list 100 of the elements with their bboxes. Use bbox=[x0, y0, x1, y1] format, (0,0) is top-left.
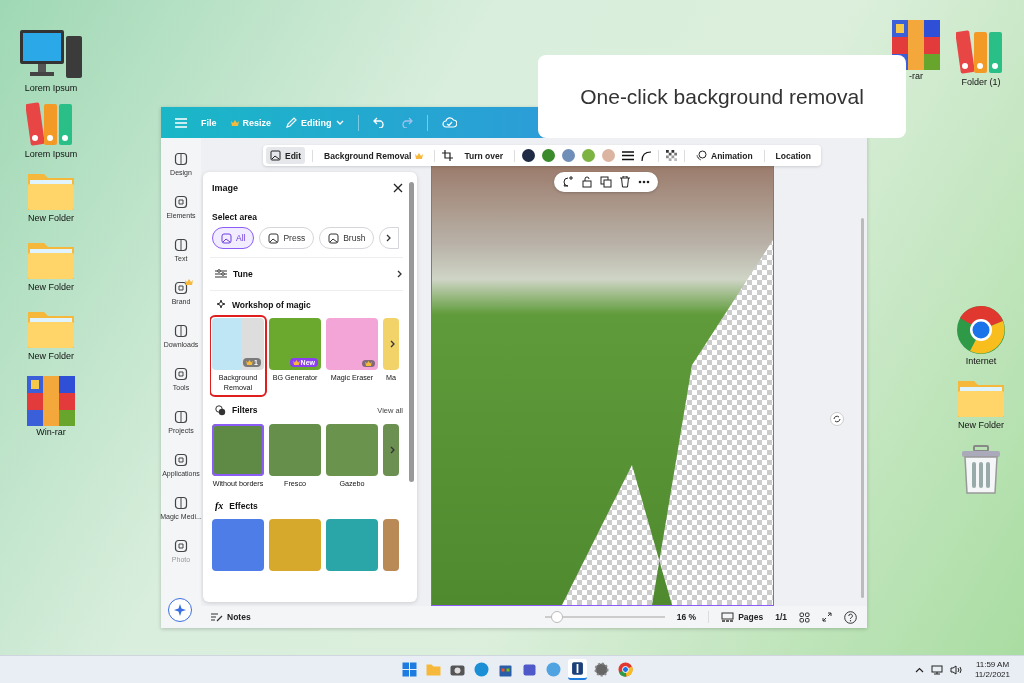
zoom-percentage[interactable]: 16 % bbox=[676, 612, 697, 622]
desktop-icon-label[interactable]: Folder (1) bbox=[961, 77, 1001, 87]
rail-icon bbox=[174, 539, 188, 553]
color-swatch[interactable] bbox=[522, 149, 536, 162]
sparkle-icon bbox=[174, 604, 186, 616]
desktop-icon-label[interactable]: Internet bbox=[965, 356, 997, 366]
network-icon[interactable] bbox=[931, 664, 943, 675]
desktop-icon-label[interactable]: Lorem Ipsum bbox=[24, 83, 78, 93]
app-icon[interactable] bbox=[568, 659, 587, 680]
select-area-chip[interactable]: All bbox=[212, 227, 255, 249]
section-title: Workshop of magic bbox=[232, 299, 311, 310]
archive-books-icon[interactable] bbox=[27, 376, 75, 426]
image-icon bbox=[268, 232, 280, 244]
crown-icon bbox=[185, 279, 193, 285]
grid-view-icon[interactable] bbox=[799, 611, 810, 623]
desktop-icon-label[interactable]: New Folder bbox=[958, 420, 1004, 430]
section-title: Effects bbox=[229, 500, 258, 511]
animation-button[interactable]: Animation bbox=[692, 147, 757, 164]
clock-date[interactable]: 11/2/2021 bbox=[975, 669, 1010, 680]
desktop-icon-label[interactable]: New Folder bbox=[28, 351, 74, 361]
notes-icon bbox=[211, 612, 223, 622]
duplicate-icon[interactable] bbox=[600, 176, 612, 188]
desktop-icon-label[interactable]: Lorem Ipsum bbox=[24, 149, 78, 159]
close-icon[interactable] bbox=[393, 183, 403, 193]
color-swatch[interactable] bbox=[562, 149, 576, 162]
more-chips-button[interactable] bbox=[379, 227, 400, 249]
page-count: 1/1 bbox=[775, 612, 787, 622]
scrollbar[interactable] bbox=[409, 182, 414, 482]
color-swatch[interactable] bbox=[602, 149, 616, 162]
chevron-right-icon bbox=[386, 234, 393, 242]
speaker-icon[interactable] bbox=[950, 664, 962, 675]
rail-icon bbox=[174, 195, 188, 209]
pages-button[interactable]: Pages bbox=[721, 611, 764, 623]
desktop-icon-label[interactable]: -rar bbox=[909, 71, 923, 81]
delete-icon[interactable] bbox=[620, 176, 630, 188]
undo-icon[interactable] bbox=[372, 117, 386, 128]
rail-icon bbox=[174, 152, 188, 166]
sliders-icon bbox=[215, 269, 227, 279]
image-icon bbox=[221, 232, 232, 244]
image-icon bbox=[328, 232, 340, 244]
turn-over-button[interactable]: Turn over bbox=[460, 147, 508, 164]
tune-row[interactable]: Tune bbox=[210, 257, 403, 291]
notes-button[interactable]: Notes bbox=[211, 612, 251, 622]
magic-sparkle-button[interactable] bbox=[168, 598, 192, 622]
effect-thumbnail[interactable] bbox=[212, 519, 264, 572]
more-icon[interactable] bbox=[638, 180, 650, 184]
lock-icon[interactable] bbox=[582, 176, 592, 188]
color-swatch[interactable] bbox=[542, 149, 556, 162]
panel-title: Image bbox=[212, 183, 238, 193]
effect-thumbnail[interactable] bbox=[269, 519, 321, 572]
desktop-icon-label[interactable]: New Folder bbox=[28, 213, 74, 223]
archive-books-icon[interactable] bbox=[892, 20, 940, 70]
slider-handle[interactable] bbox=[550, 611, 563, 623]
crown-icon bbox=[415, 152, 424, 159]
desktop-icon-label[interactable]: New Folder bbox=[28, 282, 74, 292]
chevron-up-icon[interactable] bbox=[915, 666, 924, 673]
animation-icon bbox=[696, 150, 708, 161]
rail-icon bbox=[174, 496, 188, 510]
callout-text: One-click background removal bbox=[538, 55, 906, 138]
rotate-icon[interactable] bbox=[830, 412, 844, 426]
rail-icon bbox=[174, 367, 188, 381]
help-icon[interactable] bbox=[844, 610, 857, 624]
image-icon bbox=[270, 150, 281, 161]
rail-icon bbox=[174, 410, 188, 424]
crown-icon bbox=[246, 360, 254, 365]
select-area-chip[interactable]: Brush bbox=[319, 227, 375, 249]
cloud-icon[interactable] bbox=[441, 117, 457, 128]
filters-icon bbox=[215, 404, 226, 416]
rail-icon bbox=[174, 324, 188, 338]
location-button[interactable]: Location bbox=[771, 147, 815, 164]
chevron-right-icon bbox=[397, 270, 403, 278]
background-removal-button[interactable]: Background Removal bbox=[320, 147, 428, 164]
sparkle-icon bbox=[215, 299, 226, 310]
color-swatch[interactable] bbox=[582, 149, 596, 162]
section-title: Filters bbox=[232, 405, 258, 416]
effect-thumbnail[interactable] bbox=[326, 519, 378, 572]
effect-thumbnail[interactable] bbox=[383, 519, 399, 572]
pages-icon bbox=[721, 611, 735, 623]
trash-icon[interactable] bbox=[960, 445, 1002, 495]
desktop-icon-label[interactable]: Win-rar bbox=[36, 427, 66, 437]
corner-curve-icon[interactable] bbox=[641, 150, 652, 161]
comment-add-icon[interactable] bbox=[562, 176, 574, 188]
chevron-right-icon[interactable] bbox=[390, 445, 396, 454]
crown-icon bbox=[292, 360, 300, 365]
browser-icon[interactable] bbox=[956, 305, 1006, 355]
chevron-right-icon[interactable] bbox=[390, 340, 396, 348]
crop-icon[interactable] bbox=[442, 150, 454, 161]
scrollbar[interactable] bbox=[861, 218, 864, 598]
rail-icon bbox=[174, 453, 188, 467]
line-weight-icon[interactable] bbox=[622, 150, 635, 161]
fullscreen-icon[interactable] bbox=[822, 612, 832, 622]
clock-time[interactable]: 11:59 AM bbox=[975, 659, 1010, 670]
transparency-icon[interactable] bbox=[666, 150, 678, 161]
effects-icon: fx bbox=[215, 500, 224, 512]
pencil-icon bbox=[285, 116, 298, 129]
select-area-chip[interactable]: Press bbox=[259, 227, 315, 249]
rail-icon bbox=[174, 281, 188, 295]
edit-button[interactable]: Edit bbox=[266, 147, 306, 164]
crown-icon bbox=[365, 361, 372, 366]
caret-icon bbox=[335, 119, 344, 126]
